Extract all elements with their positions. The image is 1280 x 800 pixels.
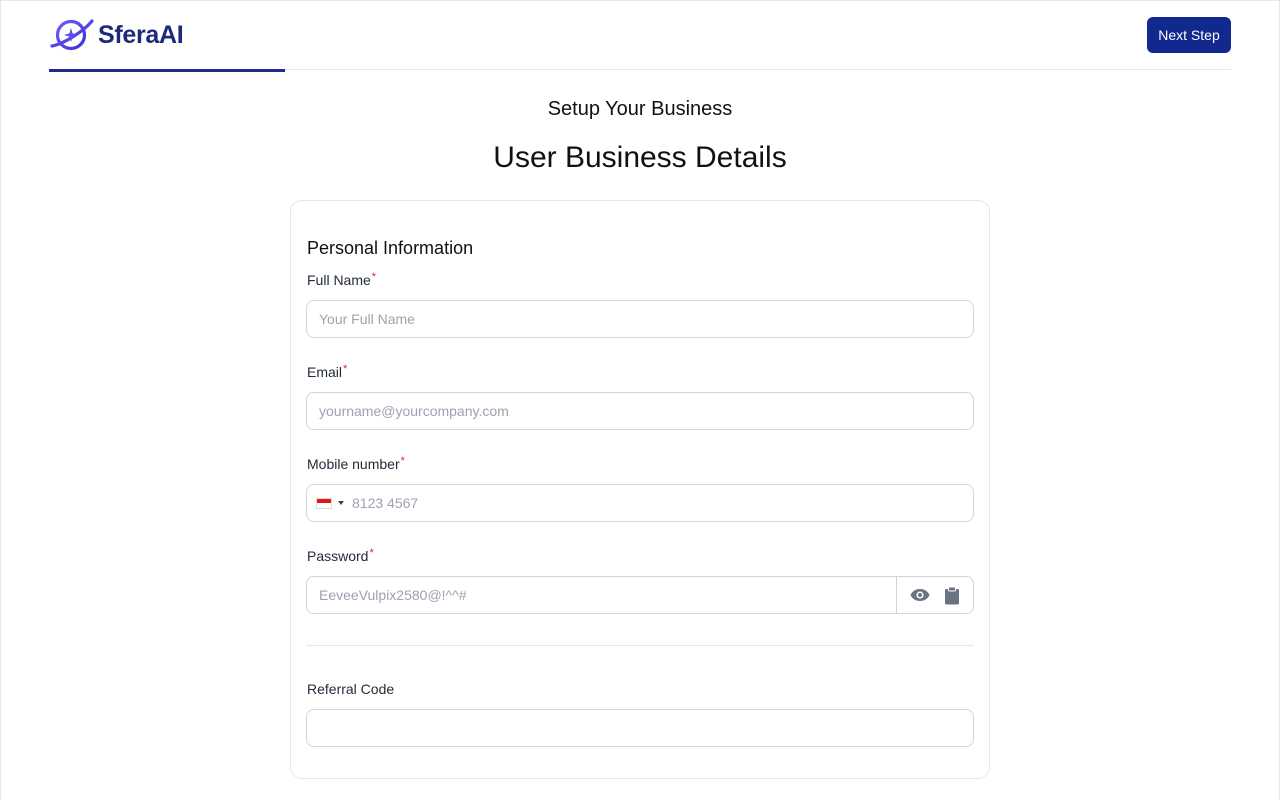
required-marker: * — [343, 363, 348, 375]
top-header: SferaAI Next Step — [49, 0, 1231, 70]
email-label-text: Email — [307, 364, 343, 380]
singapore-flag-icon — [316, 497, 332, 509]
referral-code-input[interactable] — [306, 709, 974, 747]
next-step-button[interactable]: Next Step — [1147, 17, 1231, 53]
mobile-label-text: Mobile number — [307, 456, 400, 472]
caret-down-icon — [338, 501, 344, 505]
mobile-input[interactable] — [352, 485, 973, 521]
required-marker: * — [371, 271, 377, 283]
password-label-text: Password — [307, 548, 369, 564]
password-actions — [896, 577, 973, 613]
country-code-select[interactable] — [316, 497, 344, 509]
eye-icon[interactable] — [910, 588, 930, 602]
password-field — [306, 576, 974, 614]
email-label: Email* — [307, 363, 348, 380]
form-card: Personal Information Full Name* Email* M… — [290, 200, 990, 779]
section-title: Personal Information — [307, 238, 474, 258]
password-input[interactable] — [307, 577, 896, 613]
page-title: User Business Details — [493, 141, 787, 174]
brand-name: SferaAI — [98, 20, 184, 49]
brand-logo: SferaAI — [49, 16, 184, 54]
section-divider — [306, 645, 974, 646]
referral-label-text: Referral Code — [307, 681, 395, 697]
mobile-label: Mobile number* — [307, 455, 405, 472]
required-marker: * — [369, 547, 374, 559]
planet-logo-icon — [50, 19, 94, 51]
full-name-label: Full Name* — [307, 271, 377, 288]
password-label: Password* — [307, 547, 374, 564]
mobile-field — [306, 484, 974, 522]
required-marker: * — [400, 455, 405, 467]
step-progress-bar — [49, 69, 285, 72]
full-name-label-text: Full Name — [307, 272, 371, 288]
email-input[interactable] — [306, 392, 974, 430]
referral-code-label: Referral Code — [307, 681, 394, 697]
full-name-input[interactable] — [306, 300, 974, 338]
clipboard-icon[interactable] — [944, 586, 960, 605]
page-subtitle: Setup Your Business — [547, 98, 733, 120]
